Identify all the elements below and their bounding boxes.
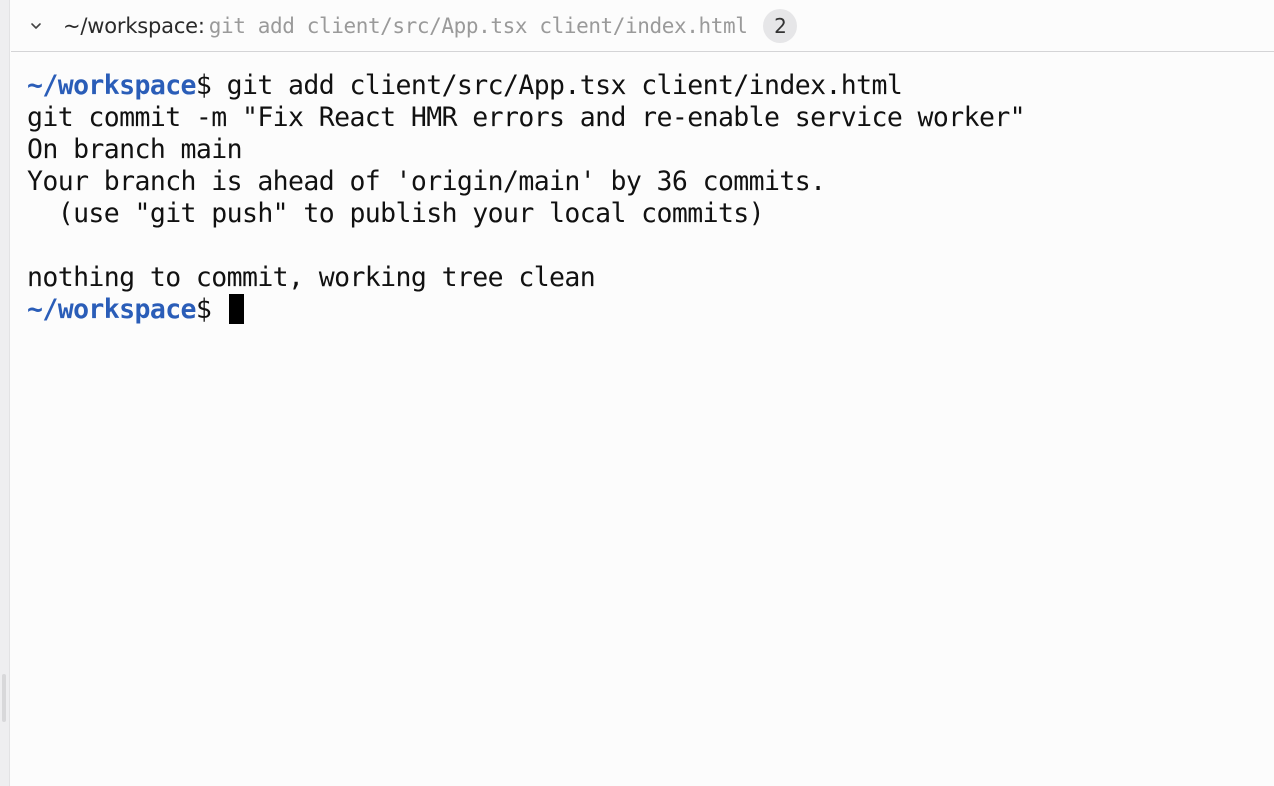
terminal-line: Your branch is ahead of 'origin/main' by… — [27, 166, 826, 197]
prompt-symbol: $ — [195, 70, 212, 101]
prompt-path: ~/workspace — [27, 70, 197, 101]
terminal-window: ~/workspace: git add client/src/App.tsx … — [0, 0, 1274, 786]
resize-handle[interactable] — [2, 674, 6, 722]
terminal-line: nothing to commit, working tree clean — [27, 262, 596, 293]
terminal-line: ~/workspace$ git add client/src/App.tsx … — [27, 70, 1266, 102]
text-cursor — [228, 294, 244, 324]
prompt-symbol: $ — [195, 294, 227, 325]
header-command-preview: git add client/src/App.tsx client/index.… — [208, 13, 748, 38]
terminal-line: (use "git push" to publish your local co… — [27, 198, 765, 229]
command-count-badge: 2 — [763, 8, 798, 43]
terminal-input-line[interactable]: ~/workspace$ — [27, 294, 1266, 326]
terminal-output[interactable]: ~/workspace$ git add client/src/App.tsx … — [27, 70, 1266, 326]
command-text: git add client/src/App.tsx client/index.… — [211, 70, 903, 101]
header-cwd: ~/workspace: — [63, 13, 205, 38]
chevron-down-icon[interactable] — [29, 19, 43, 33]
terminal-line: On branch main — [27, 134, 243, 165]
left-gutter — [0, 0, 10, 786]
prompt-path: ~/workspace — [27, 294, 197, 325]
command-block-header[interactable]: ~/workspace: git add client/src/App.tsx … — [11, 0, 1274, 52]
terminal-line: git commit -m "Fix React HMR errors and … — [27, 102, 1026, 133]
